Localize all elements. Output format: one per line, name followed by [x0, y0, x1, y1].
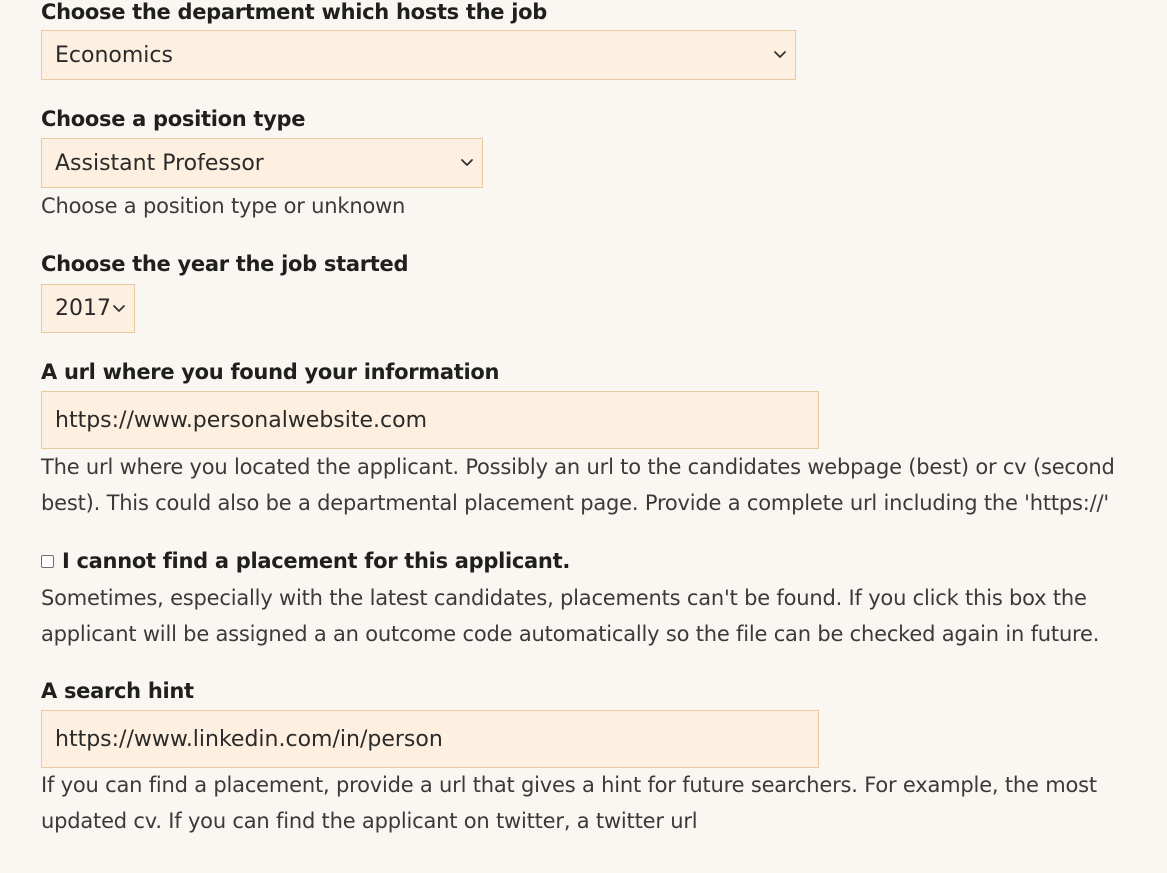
no-placement-help-line-2: applicant will be assigned a an outcome … [41, 622, 1100, 646]
no-placement-label[interactable]: I cannot find a placement for this appli… [62, 549, 570, 573]
year-started-select[interactable]: 2017 [41, 284, 135, 333]
info-url-help-line-2: best). This could also be a departmental… [41, 491, 1109, 515]
placement-form: Choose the department which hosts the jo… [0, 0, 1167, 873]
department-label: Choose the department which hosts the jo… [41, 0, 547, 24]
department-select[interactable]: Economics [41, 30, 796, 80]
position-type-selected-value: Assistant Professor [55, 150, 264, 176]
info-url-help-line-1: The url where you located the applicant.… [41, 455, 1115, 479]
info-url-value: https://www.personalwebsite.com [55, 407, 428, 433]
position-type-select[interactable]: Assistant Professor [41, 138, 483, 188]
year-started-selected-value: 2017 [55, 296, 111, 321]
chevron-down-icon [113, 304, 125, 312]
search-hint-help-line-1: If you can find a placement, provide a u… [41, 773, 1097, 797]
position-type-label: Choose a position type [41, 107, 306, 131]
chevron-down-icon [774, 51, 786, 58]
info-url-input[interactable]: https://www.personalwebsite.com [41, 391, 819, 449]
search-hint-value: https://www.linkedin.com/in/person [55, 726, 443, 752]
search-hint-help-line-2: updated cv. If you can find the applican… [41, 809, 698, 833]
position-type-help: Choose a position type or unknown [41, 194, 406, 218]
no-placement-help-line-1: Sometimes, especially with the latest ca… [41, 586, 1087, 610]
department-selected-value: Economics [55, 42, 173, 68]
search-hint-help: If you can find a placement, provide a u… [41, 767, 1097, 839]
chevron-down-icon [461, 159, 473, 166]
search-hint-input[interactable]: https://www.linkedin.com/in/person [41, 710, 819, 768]
search-hint-label: A search hint [41, 679, 194, 703]
no-placement-checkbox[interactable] [41, 555, 54, 568]
info-url-help: The url where you located the applicant.… [41, 449, 1115, 521]
year-started-label: Choose the year the job started [41, 252, 409, 276]
no-placement-help: Sometimes, especially with the latest ca… [41, 580, 1099, 652]
info-url-label: A url where you found your information [41, 360, 500, 384]
